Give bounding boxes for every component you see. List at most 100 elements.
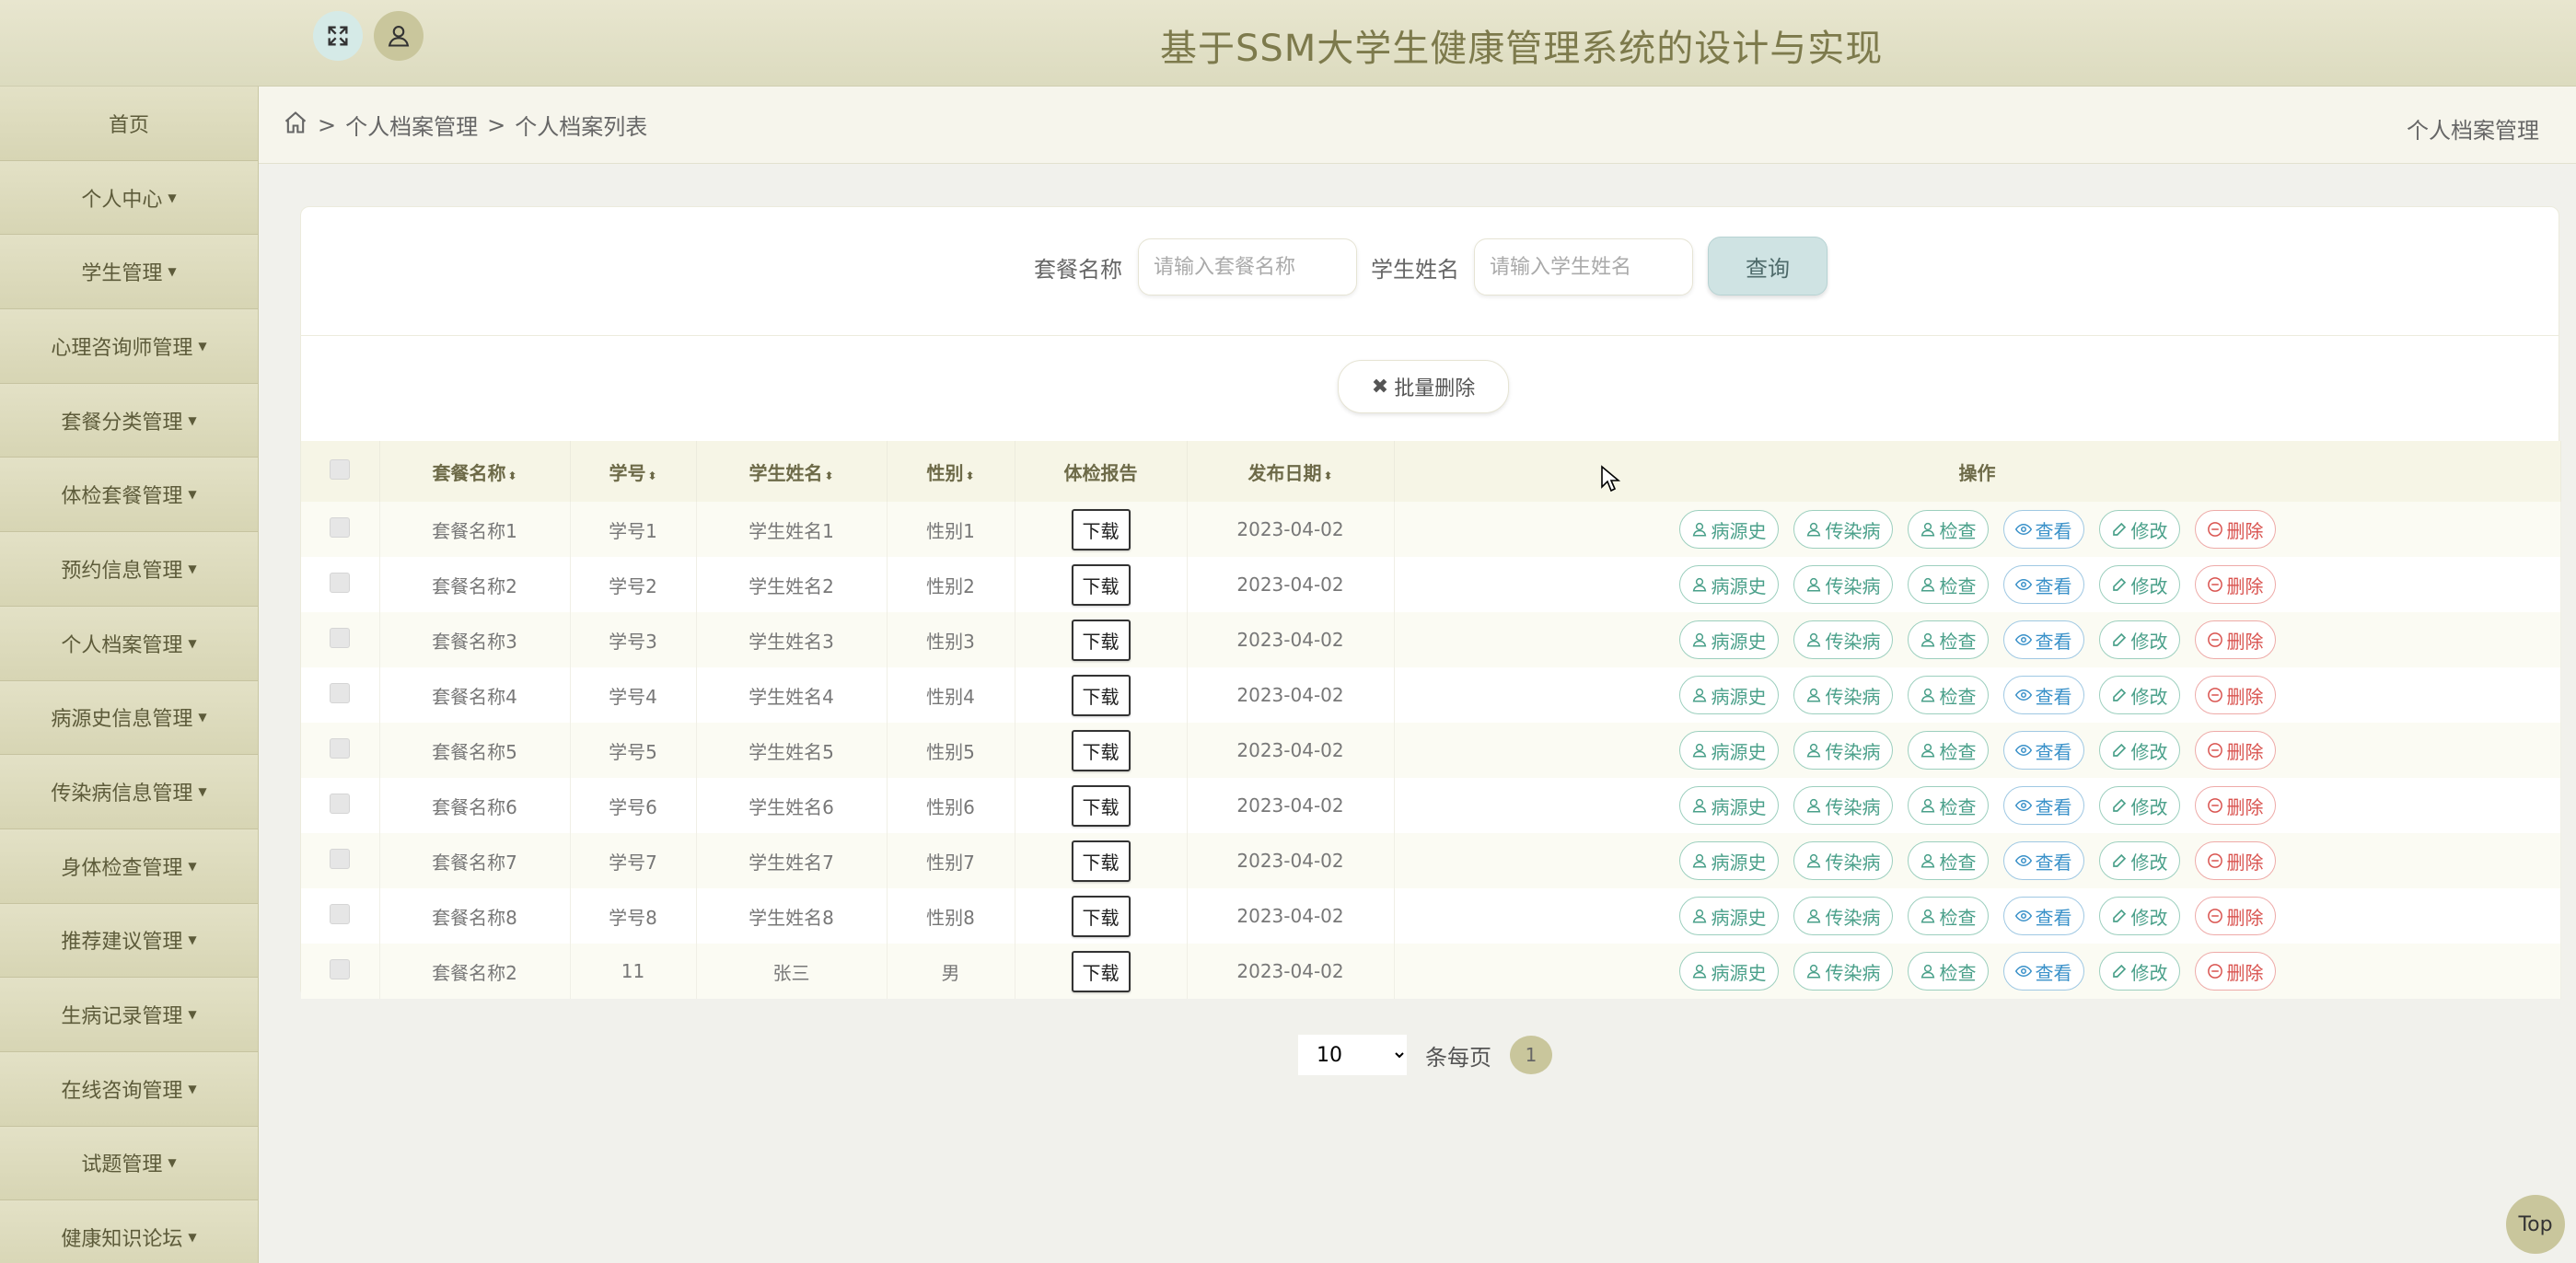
row-checkbox[interactable]: [330, 903, 351, 924]
view-button[interactable]: 查看: [2002, 952, 2084, 991]
row-checkbox-cell[interactable]: [301, 888, 380, 944]
delete-button[interactable]: 删除: [2194, 952, 2276, 991]
column-header-package[interactable]: 套餐名称 ⬍: [379, 441, 571, 502]
delete-button[interactable]: 删除: [2194, 620, 2276, 659]
view-button[interactable]: 查看: [2002, 565, 2084, 604]
row-checkbox[interactable]: [330, 958, 351, 979]
fullscreen-toggle-icon[interactable]: [313, 11, 363, 61]
medical-history-button[interactable]: 病源史: [1678, 510, 1779, 549]
examination-button[interactable]: 检查: [1907, 620, 1989, 659]
row-checkbox[interactable]: [330, 572, 351, 593]
row-checkbox[interactable]: [330, 627, 351, 648]
column-header-student-no[interactable]: 学号 ⬍: [570, 441, 697, 502]
infectious-disease-button[interactable]: 传染病: [1793, 620, 1893, 659]
sidebar-item[interactable]: 健康知识论坛 ▼: [0, 1200, 258, 1263]
medical-history-button[interactable]: 病源史: [1678, 786, 1779, 825]
sidebar-item[interactable]: 预约信息管理 ▼: [0, 532, 258, 607]
row-checkbox-cell[interactable]: [301, 612, 380, 667]
medical-history-button[interactable]: 病源史: [1678, 620, 1779, 659]
sidebar-item[interactable]: 心理咨询师管理 ▼: [0, 309, 258, 384]
row-checkbox-cell[interactable]: [301, 833, 380, 888]
download-button[interactable]: 下载: [1071, 674, 1131, 716]
download-button[interactable]: 下载: [1071, 950, 1131, 992]
examination-button[interactable]: 检查: [1907, 731, 1989, 770]
sidebar-item[interactable]: 生病记录管理 ▼: [0, 978, 258, 1052]
delete-button[interactable]: 删除: [2194, 510, 2276, 549]
sidebar-item[interactable]: 推荐建议管理 ▼: [0, 903, 258, 979]
edit-button[interactable]: 修改: [2098, 952, 2180, 991]
medical-history-button[interactable]: 病源史: [1678, 897, 1779, 935]
row-checkbox-cell[interactable]: [301, 944, 380, 999]
row-checkbox[interactable]: [330, 737, 351, 759]
user-icon[interactable]: [374, 11, 424, 61]
download-button[interactable]: 下载: [1071, 840, 1131, 882]
row-checkbox[interactable]: [330, 682, 351, 703]
row-checkbox-cell[interactable]: [301, 667, 380, 723]
delete-button[interactable]: 删除: [2194, 841, 2276, 880]
column-header-gender[interactable]: 性别 ⬍: [887, 441, 1015, 502]
examination-button[interactable]: 检查: [1907, 841, 1989, 880]
page-size-select[interactable]: 10: [1298, 1035, 1407, 1075]
select-all-checkbox[interactable]: [330, 458, 351, 480]
examination-button[interactable]: 检查: [1907, 510, 1989, 549]
medical-history-button[interactable]: 病源史: [1678, 565, 1779, 604]
edit-button[interactable]: 修改: [2098, 786, 2180, 825]
delete-button[interactable]: 删除: [2194, 786, 2276, 825]
edit-button[interactable]: 修改: [2098, 897, 2180, 935]
infectious-disease-button[interactable]: 传染病: [1793, 731, 1893, 770]
examination-button[interactable]: 检查: [1907, 565, 1989, 604]
sidebar-item[interactable]: 在线咨询管理 ▼: [0, 1051, 258, 1127]
row-checkbox-cell[interactable]: [301, 723, 380, 778]
sidebar-item[interactable]: 体检套餐管理 ▼: [0, 458, 258, 533]
delete-button[interactable]: 删除: [2194, 565, 2276, 604]
infectious-disease-button[interactable]: 传染病: [1793, 510, 1893, 549]
view-button[interactable]: 查看: [2002, 786, 2084, 825]
view-button[interactable]: 查看: [2002, 841, 2084, 880]
sidebar-item[interactable]: 试题管理 ▼: [0, 1126, 258, 1201]
sidebar-item[interactable]: 首页: [0, 87, 258, 161]
page-number-current[interactable]: 1: [1510, 1036, 1552, 1074]
download-button[interactable]: 下载: [1071, 729, 1131, 771]
sidebar-item[interactable]: 套餐分类管理 ▼: [0, 383, 258, 458]
row-checkbox[interactable]: [330, 516, 351, 538]
infectious-disease-button[interactable]: 传染病: [1793, 952, 1893, 991]
view-button[interactable]: 查看: [2002, 620, 2084, 659]
sidebar-item[interactable]: 学生管理 ▼: [0, 235, 258, 310]
medical-history-button[interactable]: 病源史: [1678, 952, 1779, 991]
edit-button[interactable]: 修改: [2098, 620, 2180, 659]
view-button[interactable]: 查看: [2002, 731, 2084, 770]
examination-button[interactable]: 检查: [1907, 952, 1989, 991]
row-checkbox-cell[interactable]: [301, 778, 380, 833]
examination-button[interactable]: 检查: [1907, 676, 1989, 714]
edit-button[interactable]: 修改: [2098, 676, 2180, 714]
row-checkbox[interactable]: [330, 848, 351, 869]
sidebar-item[interactable]: 个人中心 ▼: [0, 160, 258, 236]
download-button[interactable]: 下载: [1071, 563, 1131, 606]
column-header-date[interactable]: 发布日期 ⬍: [1187, 441, 1395, 502]
edit-button[interactable]: 修改: [2098, 731, 2180, 770]
sidebar-item[interactable]: 身体检查管理 ▼: [0, 828, 258, 904]
delete-button[interactable]: 删除: [2194, 676, 2276, 714]
sidebar-item[interactable]: 传染病信息管理 ▼: [0, 755, 258, 829]
home-icon[interactable]: [283, 110, 308, 141]
row-checkbox-cell[interactable]: [301, 557, 380, 612]
package-name-input[interactable]: [1138, 238, 1357, 295]
infectious-disease-button[interactable]: 传染病: [1793, 565, 1893, 604]
edit-button[interactable]: 修改: [2098, 841, 2180, 880]
download-button[interactable]: 下载: [1071, 895, 1131, 937]
breadcrumb-level1[interactable]: 个人档案管理: [345, 109, 478, 141]
column-header-student-name[interactable]: 学生姓名 ⬍: [696, 441, 888, 502]
row-checkbox-cell[interactable]: [301, 502, 380, 557]
view-button[interactable]: 查看: [2002, 510, 2084, 549]
download-button[interactable]: 下载: [1071, 508, 1131, 550]
query-button[interactable]: 查询: [1708, 237, 1828, 295]
examination-button[interactable]: 检查: [1907, 786, 1989, 825]
batch-delete-button[interactable]: ✖ 批量删除: [1338, 360, 1509, 413]
back-to-top-button[interactable]: Top: [2506, 1195, 2565, 1254]
examination-button[interactable]: 检查: [1907, 897, 1989, 935]
sidebar-item[interactable]: 病源史信息管理 ▼: [0, 680, 258, 756]
select-all-checkbox-cell[interactable]: [301, 441, 380, 502]
download-button[interactable]: 下载: [1071, 619, 1131, 661]
edit-button[interactable]: 修改: [2098, 565, 2180, 604]
medical-history-button[interactable]: 病源史: [1678, 676, 1779, 714]
